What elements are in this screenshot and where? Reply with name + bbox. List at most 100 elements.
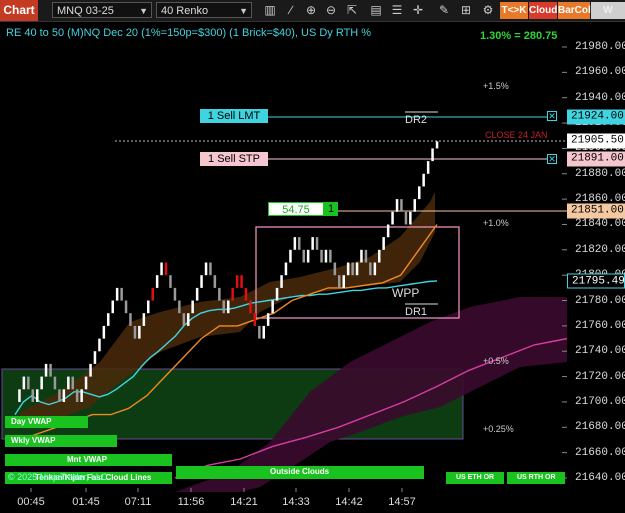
renko-brick: [395, 199, 399, 212]
renko-brick: [364, 249, 368, 263]
position-pnl[interactable]: 54.75: [268, 202, 324, 216]
renko-brick: [369, 262, 372, 276]
bar-type-value: 40 Renko: [161, 5, 209, 17]
renko-brick: [80, 389, 83, 402]
time-tick-label: 14:42: [335, 496, 363, 508]
cloud-toggle-button[interactable]: Cloud: [529, 2, 557, 19]
renko-brick: [275, 287, 279, 301]
time-axis[interactable]: 00:45 01:45 07:11 11:56 14:21 14:33 14:42 14:57: [0, 492, 567, 513]
us-rth-or-bar: US RTH OR: [507, 472, 565, 484]
renko-brick: [151, 287, 154, 301]
renko-brick: [244, 287, 248, 301]
renko-brick: [75, 389, 79, 402]
copyright-text: © 2025 NinjaTrader, LLC: [8, 472, 108, 482]
renko-brick: [27, 376, 30, 390]
wpp-label: WPP: [392, 286, 420, 300]
wkly-vwap-bar: Wkly VWAP: [5, 435, 117, 447]
percent-readout: 1.30% = 280.75: [480, 30, 558, 42]
properties-icon[interactable]: ☰: [389, 3, 405, 18]
settings-icon[interactable]: ⚙: [480, 3, 496, 18]
renko-brick: [409, 211, 412, 225]
renko-brick: [400, 199, 403, 212]
time-tick-label: 00:45: [17, 496, 45, 508]
dr2-label: DR2: [405, 114, 428, 126]
zoom-in-icon[interactable]: ⊕: [303, 3, 319, 18]
price-tick-label: 21720.00: [575, 370, 625, 383]
renko-brick: [155, 275, 159, 288]
renko-brick: [342, 275, 345, 288]
sell-stop-price-tag: 21891.00: [567, 151, 625, 167]
tk-toggle-button[interactable]: T<>K: [500, 2, 528, 19]
bar-type-selector[interactable]: 40 Renko ▼: [156, 2, 252, 18]
renko-brick: [262, 325, 265, 339]
renko-brick: [102, 325, 106, 339]
bar-chart-icon[interactable]: ▥: [262, 3, 278, 18]
position-quantity[interactable]: 1: [324, 202, 338, 216]
renko-brick: [22, 376, 26, 390]
renko-brick: [382, 237, 385, 250]
time-tick-label: 14:21: [230, 496, 258, 508]
renko-brick: [258, 325, 261, 339]
renko-brick: [311, 237, 314, 250]
ruler-icon[interactable]: ⊞: [458, 3, 474, 18]
strategies-icon[interactable]: ▤: [368, 3, 384, 18]
renko-brick: [40, 376, 43, 390]
chart-window-title: Chart: [0, 0, 38, 21]
renko-brick: [36, 389, 39, 402]
renko-brick: [187, 313, 190, 326]
renko-brick: [360, 249, 363, 263]
time-tick-label: 07:11: [124, 496, 152, 508]
renko-brick: [218, 287, 221, 301]
price-tick-label: 21740.00: [575, 345, 625, 358]
renko-brick: [195, 287, 199, 301]
renko-brick: [435, 141, 439, 149]
drawing-tools-icon[interactable]: ✎: [436, 3, 452, 18]
pct-1-0-label: +1.0%: [483, 218, 509, 228]
renko-brick: [213, 275, 217, 288]
sell-limit-order[interactable]: 1 Sell LMT: [200, 109, 268, 123]
renko-brick: [418, 186, 421, 200]
renko-brick: [133, 325, 137, 339]
price-tick-label: 21940.00: [575, 91, 625, 104]
renko-brick: [62, 389, 66, 402]
price-tick-label: 21640.00: [575, 472, 625, 484]
sell-stop-order[interactable]: 1 Sell STP: [200, 152, 268, 166]
last-price-tag: 21905.50: [567, 133, 625, 149]
renko-brick: [84, 376, 88, 390]
renko-brick: [58, 389, 61, 402]
renko-brick: [120, 287, 123, 301]
cancel-sell-stop-icon[interactable]: ✕: [547, 154, 557, 164]
renko-brick: [271, 300, 274, 314]
renko-brick: [182, 313, 186, 326]
time-tick-label: 11:56: [177, 496, 205, 508]
wvwap-toggle-button[interactable]: W VWAP: [591, 2, 625, 33]
renko-brick: [18, 389, 21, 402]
renko-brick: [338, 275, 341, 288]
renko-brick: [289, 249, 292, 263]
renko-brick: [200, 275, 203, 288]
barcol-toggle-button[interactable]: BarCol: [558, 2, 591, 19]
renko-brick: [173, 287, 177, 301]
renko-brick: [346, 262, 350, 276]
crosshair-icon[interactable]: ✛: [410, 3, 426, 18]
draw-line-icon[interactable]: ∕: [283, 3, 299, 18]
renko-brick: [107, 313, 110, 326]
renko-brick: [129, 313, 132, 326]
renko-brick: [324, 249, 328, 263]
cancel-sell-limit-icon[interactable]: ✕: [547, 111, 557, 121]
renko-brick: [355, 262, 359, 276]
renko-brick: [329, 249, 332, 263]
renko-brick: [98, 338, 101, 352]
renko-brick: [138, 325, 141, 339]
price-tick-label: 21780.00: [575, 294, 625, 307]
instrument-selector[interactable]: MNQ 03-25 ▼: [52, 2, 152, 18]
price-axis[interactable]: 21640.00 21660.00 21680.00 21700.00 21720.00…: [567, 22, 625, 492]
renko-brick: [44, 363, 48, 377]
renko-brick: [413, 199, 416, 212]
pct-1-5-label: +1.5%: [483, 81, 509, 91]
renko-brick: [111, 300, 114, 314]
pointer-icon[interactable]: ⇱: [344, 3, 360, 18]
renko-brick: [320, 249, 323, 263]
renko-brick: [89, 363, 92, 377]
zoom-out-icon[interactable]: ⊖: [323, 3, 339, 18]
